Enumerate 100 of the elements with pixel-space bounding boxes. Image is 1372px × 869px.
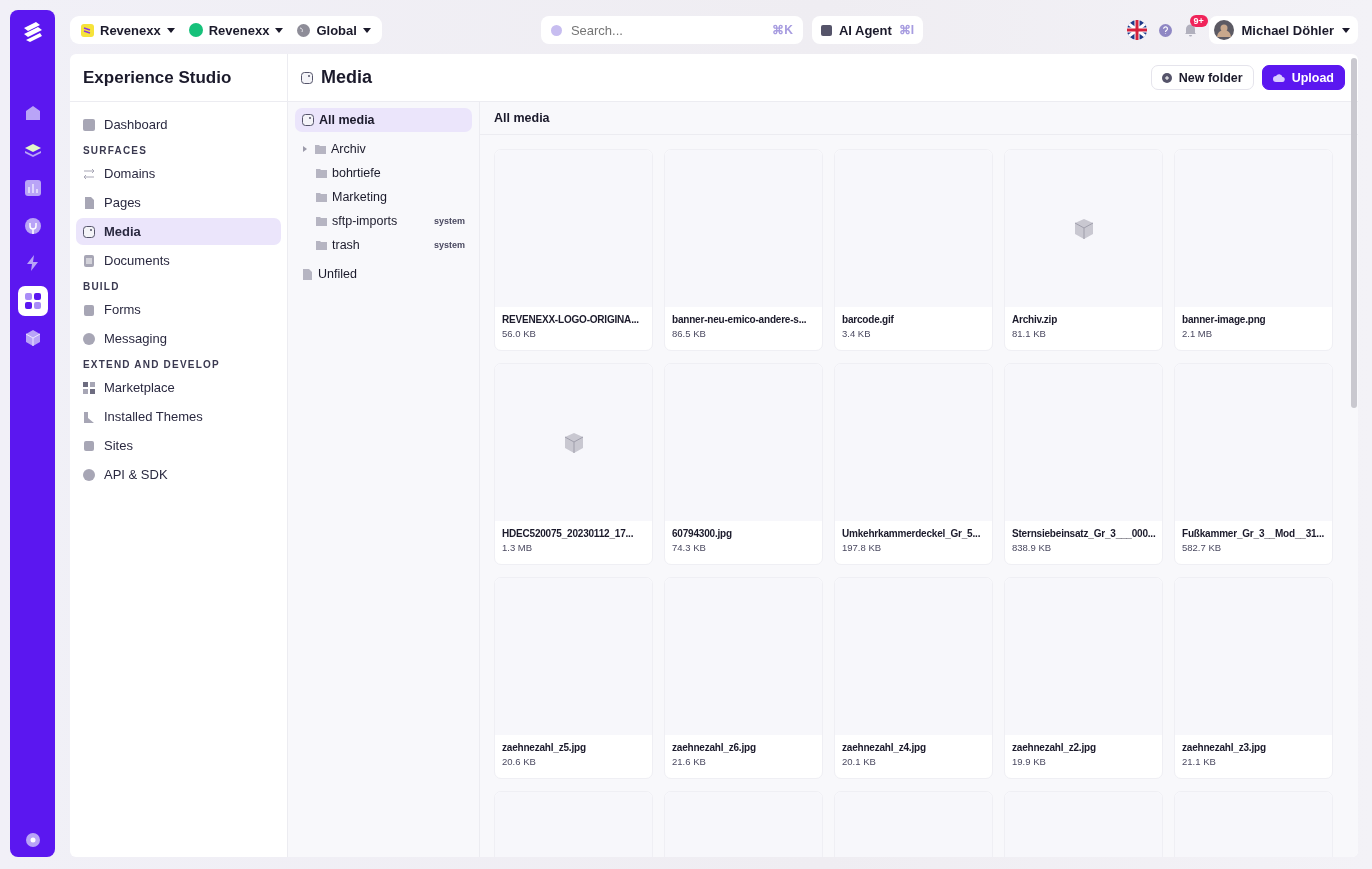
image-icon	[301, 71, 313, 84]
rail-button[interactable]	[17, 285, 48, 316]
nav-item[interactable]: Pages	[76, 189, 281, 216]
file-size: 197.8 KB	[841, 542, 883, 553]
page-icon	[83, 196, 95, 209]
file-size: 56.0 KB	[501, 328, 537, 339]
media-card[interactable]: Umkehrkammerdeckel_Gr_5... 197.8 KB	[834, 363, 993, 565]
context-selector[interactable]: Global	[290, 16, 378, 44]
media-card[interactable]: banner-image.png 2.1 MB	[1174, 149, 1333, 351]
search-icon	[550, 24, 562, 36]
selector-label: Revenexx	[208, 22, 270, 38]
nav-item[interactable]: Dashboard	[76, 111, 281, 138]
media-card[interactable]: zaehnezahl_z2.jpg 19.9 KB	[1004, 577, 1163, 779]
system-tag: system	[433, 240, 465, 250]
user-menu[interactable]: Michael Döhler	[1208, 16, 1358, 44]
file-name: barcode.gif	[841, 313, 895, 327]
cloud-upload-icon	[1272, 72, 1285, 83]
section-heading: SURFACES	[82, 144, 149, 158]
media-card[interactable]: REVENEXX-LOGO-ORIGINA... 56.0 KB	[494, 149, 653, 351]
file-name: 60794300.jpg	[671, 527, 733, 541]
plus-icon	[1161, 72, 1172, 83]
folder-icon	[315, 144, 326, 154]
nav-item[interactable]: Sites	[76, 432, 281, 459]
folder-item[interactable]: trash system	[295, 233, 472, 257]
flag-icon[interactable]	[1126, 20, 1147, 40]
nav-item[interactable]: Installed Themes	[76, 403, 281, 430]
nav-item[interactable]: API & SDK	[76, 461, 281, 488]
media-card[interactable]: Archiv.zip 81.1 KB	[1004, 149, 1163, 351]
folder-item[interactable]: Archiv	[295, 137, 472, 161]
home-icon	[23, 104, 42, 122]
file-name: Fußkammer_Gr_3__Mod__31...	[1181, 527, 1326, 541]
upload-button[interactable]: Upload	[1261, 65, 1345, 90]
page-title: Media	[321, 67, 372, 88]
folder-icon	[316, 168, 327, 178]
file-name: zaehnezahl_z5.jpg	[501, 741, 587, 755]
file-name: zaehnezahl_z2.jpg	[1011, 741, 1097, 755]
file-size: 20.6 KB	[501, 756, 537, 767]
file-name: zaehnezahl_z6.jpg	[671, 741, 757, 755]
image-icon	[302, 114, 314, 126]
media-card[interactable]: HDEC520075_20230112_17... 1.3 MB	[494, 363, 653, 565]
file-size: 20.1 KB	[841, 756, 877, 767]
ai-agent-button[interactable]: AI Agent ⌘I	[811, 16, 924, 44]
box-icon	[1072, 217, 1095, 240]
folder-item[interactable]: Unfiled	[295, 262, 472, 286]
selector-label: Global	[316, 22, 357, 38]
nav-item[interactable]: Documents	[76, 247, 281, 274]
grid-icon	[83, 381, 95, 394]
new-folder-button[interactable]: New folder	[1150, 65, 1254, 90]
globe-icon	[297, 23, 311, 37]
nav-item[interactable]: Forms	[76, 296, 281, 323]
document-icon	[83, 254, 95, 267]
folder-item[interactable]: Marketing	[295, 185, 472, 209]
media-card[interactable]: Sternsiebeinsatz_Gr_3___000... 838.9 KB	[1004, 363, 1163, 565]
nav-item[interactable]: Media	[76, 218, 281, 245]
file-name: banner-image.png	[1181, 313, 1267, 327]
media-card[interactable]: banner-neu-emico-andere-s... 86.5 KB	[664, 149, 823, 351]
selector-label: Revenexx	[100, 22, 161, 38]
file-name: Sternsiebeinsatz_Gr_3___000...	[1011, 527, 1157, 541]
file-size: 3.4 KB	[841, 328, 872, 339]
help-icon[interactable]	[1158, 23, 1172, 37]
file-size: 2.1 MB	[1181, 328, 1214, 339]
folder-item[interactable]: sftp-imports system	[295, 209, 472, 233]
file-name: zaehnezahl_z4.jpg	[841, 741, 927, 755]
folder-item[interactable]: All media	[295, 108, 472, 132]
folder-icon	[316, 216, 327, 226]
settings-icon[interactable]	[23, 831, 42, 849]
file-size: 838.9 KB	[1011, 542, 1053, 553]
nav-item[interactable]: Marketplace	[76, 374, 281, 401]
media-card[interactable]: zaehnezahl_z4.jpg 20.1 KB	[834, 577, 993, 779]
file-name: HDEC520075_20230112_17...	[501, 527, 635, 541]
media-card[interactable]: barcode.gif 3.4 KB	[834, 149, 993, 351]
file-size: 86.5 KB	[671, 328, 707, 339]
media-card[interactable]: zaehnezahl_z3.jpg 21.1 KB	[1174, 577, 1333, 779]
file-size: 19.9 KB	[1011, 756, 1047, 767]
file-size: 582.7 KB	[1181, 542, 1223, 553]
file-name: banner-neu-emico-andere-s...	[671, 313, 808, 327]
file-icon	[302, 268, 313, 280]
cube-icon	[23, 329, 42, 347]
media-card[interactable]: 60794300.jpg 74.3 KB	[664, 363, 823, 565]
nav-item[interactable]: Messaging	[76, 325, 281, 352]
context-selector[interactable]: Revenexx	[181, 16, 291, 44]
file-size: 81.1 KB	[1011, 328, 1047, 339]
media-card[interactable]: zaehnezahl_z5.jpg 20.6 KB	[494, 577, 653, 779]
file-size: 74.3 KB	[671, 542, 707, 553]
plug-icon	[23, 216, 42, 235]
media-card[interactable]: Fußkammer_Gr_3__Mod__31... 582.7 KB	[1174, 363, 1333, 565]
bell-icon[interactable]	[1183, 23, 1197, 37]
media-card[interactable]: zaehnezahl_z6.jpg 21.6 KB	[664, 577, 823, 779]
caret-icon	[1342, 27, 1350, 33]
folder-item[interactable]: bohrtiefe	[295, 161, 472, 185]
arrows-icon	[83, 167, 95, 180]
folder-icon	[316, 192, 327, 202]
file-name: Umkehrkammerdeckel_Gr_5...	[841, 527, 982, 541]
file-size: 21.6 KB	[671, 756, 707, 767]
file-name: REVENEXX-LOGO-ORIGINA...	[501, 313, 640, 327]
system-tag: system	[433, 216, 465, 226]
nav-item[interactable]: Domains	[76, 160, 281, 187]
context-selector[interactable]: Revenexx	[74, 16, 182, 44]
section-heading: BUILD	[82, 280, 121, 294]
scrollbar[interactable]	[1351, 58, 1357, 408]
